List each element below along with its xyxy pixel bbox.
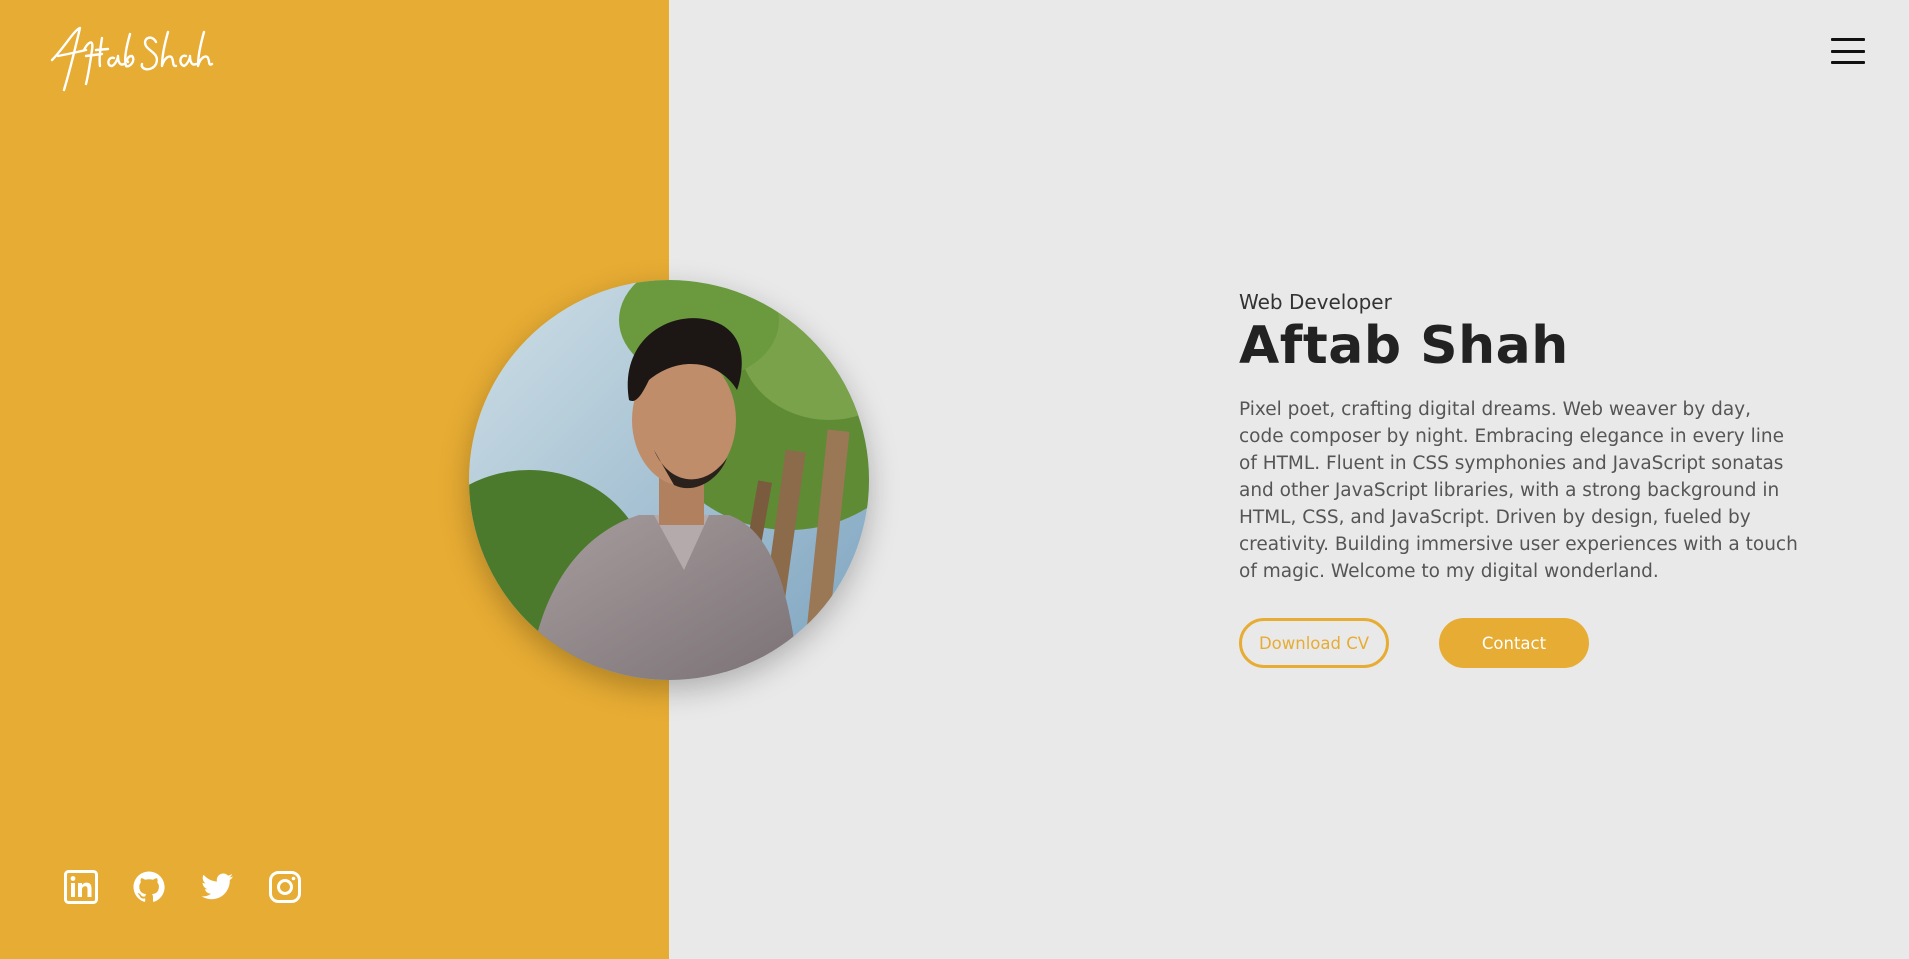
github-icon[interactable] [132,870,166,904]
linkedin-icon[interactable] [64,870,98,904]
contact-button[interactable]: Contact [1439,618,1589,668]
hero-content: Web Developer Aftab Shah Pixel poet, cra… [1239,290,1799,668]
site-logo[interactable] [44,20,214,96]
hero-name: Aftab Shah [1239,316,1569,376]
download-cv-button[interactable]: Download CV [1239,618,1389,668]
hamburger-menu-button[interactable] [1831,38,1865,64]
menu-bar [1831,38,1865,41]
menu-bar [1831,61,1865,64]
job-title: Web Developer [1239,290,1392,314]
instagram-icon[interactable] [268,870,302,904]
twitter-icon[interactable] [200,870,234,904]
bio-text: Pixel poet, crafting digital dreams. Web… [1239,399,1798,582]
profile-photo [469,280,869,680]
social-links [64,870,302,904]
signature-logo-icon [50,26,214,92]
hero-actions: Download CV Contact [1239,618,1799,668]
menu-bar [1831,49,1865,53]
